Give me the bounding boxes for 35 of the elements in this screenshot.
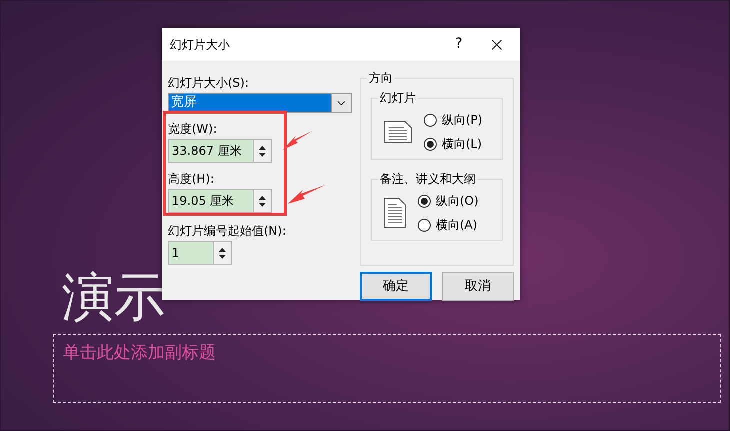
number-field[interactable]: 33.867 厘米 [168,139,254,163]
orientation-radio[interactable]: 横向(A) [418,216,479,234]
size-dropdown[interactable]: 宽屏 [168,93,352,113]
orientation-radio[interactable]: 纵向(O) [418,192,479,210]
dialog-title: 幻灯片大小 [170,36,230,54]
number-field[interactable]: 19.05 厘米 [168,189,254,213]
subtitle-placeholder: 单击此处添加副标题 [63,343,216,363]
number-field[interactable]: 1 [168,241,214,265]
size-label: 幻灯片大小(S): [168,75,250,92]
dialog-button[interactable]: 取消 [442,272,514,301]
dialog-button[interactable]: 确定 [360,272,432,301]
portrait-page-icon [384,198,406,228]
subtitle-placeholder-box[interactable]: 单击此处添加副标题 [53,334,721,403]
subgroup-title: 幻灯片 [379,90,417,107]
up-arrow-icon [259,196,266,200]
spin-buttons[interactable] [254,189,272,213]
start-number-label: 幻灯片编号起始值(N): [168,223,288,240]
down-arrow-icon [219,254,226,258]
down-arrow-icon [259,202,266,206]
subgroup-title: 备注、讲义和大纲 [379,171,477,188]
annotation-arrow [287,184,327,206]
orientation-radio[interactable]: 横向(L) [424,135,483,153]
spin-buttons[interactable] [214,241,232,265]
orientation-radio[interactable]: 纵向(P) [424,111,483,129]
spin-buttons[interactable] [254,139,272,163]
up-arrow-icon [219,248,226,252]
slide-title: 演示 [62,267,166,330]
help-button[interactable]: ? [444,30,474,60]
landscape-page-icon [384,121,412,143]
annotation-arrow [282,130,314,152]
up-arrow-icon [259,146,266,150]
field-label: 高度(H): [168,171,216,188]
down-arrow-icon [259,152,266,156]
field-label: 宽度(W): [168,121,218,138]
orientation-title: 方向 [368,70,394,87]
